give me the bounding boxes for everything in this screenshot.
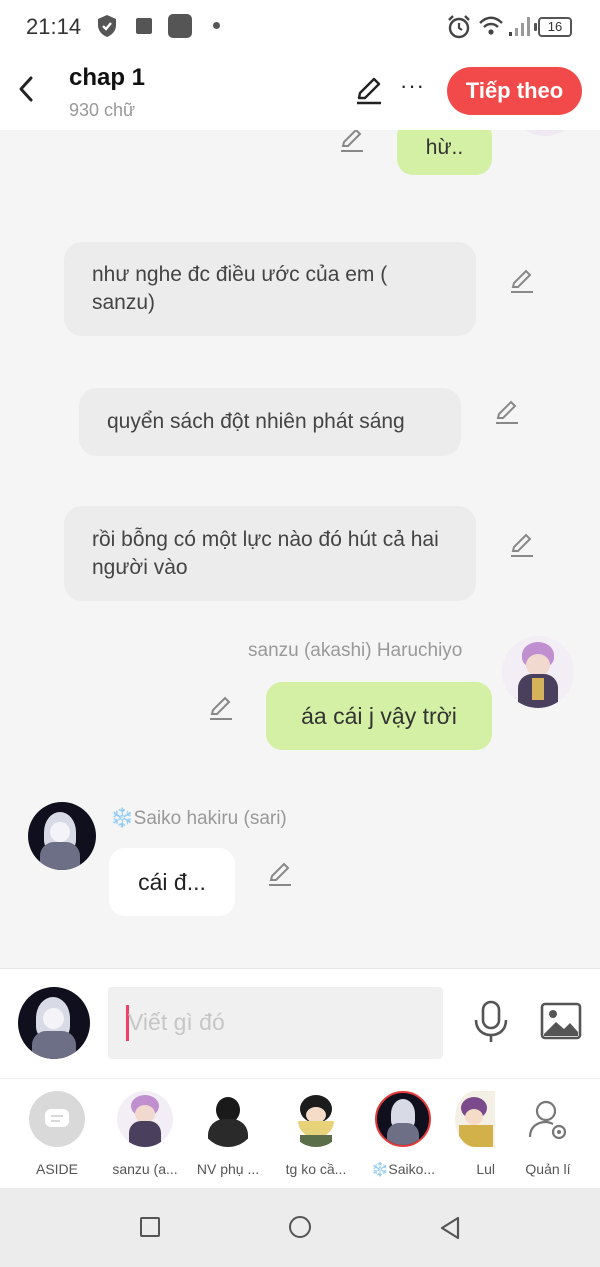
edit-message-icon[interactable] [493, 398, 521, 426]
message-input-bar: Viết gì đó [0, 968, 600, 1078]
more-options-icon[interactable]: ··· [400, 75, 425, 97]
character-aside[interactable]: ASIDE [13, 1091, 101, 1177]
back-arrow-icon[interactable] [12, 72, 42, 106]
message-text: rồi bỗng có một lực nào đó hút cả hai ng… [92, 527, 439, 579]
home-icon[interactable] [289, 1216, 311, 1238]
narration-bubble[interactable]: rồi bỗng có một lực nào đó hút cả hai ng… [64, 506, 476, 601]
edit-message-icon[interactable] [207, 694, 235, 722]
character-name: NV phụ ... [196, 1161, 260, 1177]
character-avatar [455, 1091, 495, 1147]
message-input[interactable]: Viết gì đó [108, 987, 443, 1059]
message-text: cái đ... [138, 869, 206, 895]
message-text: hừ.. [425, 135, 464, 159]
alarm-icon [448, 15, 470, 39]
character-name: ❄️Saiko... [370, 1161, 436, 1177]
battery-icon: 16 [534, 17, 572, 37]
message-text: áa cái j vậy trời [301, 703, 457, 729]
character-selector: ASIDE sanzu (a... NV phụ ... tg ko cầ...… [0, 1078, 600, 1188]
input-placeholder: Viết gì đó [128, 1009, 225, 1035]
chapter-header: chap 1 930 chữ ··· Tiếp theo [0, 56, 600, 130]
recent-apps-icon[interactable] [140, 1217, 160, 1237]
narration-bubble[interactable]: quyển sách đột nhiên phát sáng [79, 388, 461, 456]
character-sanzu[interactable]: sanzu (a... [101, 1091, 189, 1177]
character-saiko-selected[interactable]: ❄️Saiko... [359, 1091, 447, 1178]
narration-bubble[interactable]: như nghe đc điều ước của em ( sanzu) [64, 242, 476, 336]
sender-name: ❄️Saiko hakiru (sari) [110, 808, 287, 829]
character-name: tg ko cầ... [285, 1161, 347, 1177]
app-icon [168, 14, 192, 38]
chapter-title: chap 1 [69, 64, 146, 91]
saiko-avatar[interactable] [28, 802, 96, 870]
character-avatar [200, 1091, 256, 1147]
edit-message-icon[interactable] [266, 860, 294, 888]
chat-area: hừ.. như nghe đc điều ước của em ( sanzu… [0, 130, 600, 968]
microphone-icon[interactable] [472, 1000, 510, 1044]
notification-icon [136, 18, 152, 34]
wifi-icon [479, 16, 503, 35]
character-tg[interactable]: tg ko cầ... [272, 1091, 360, 1177]
character-nv-phu[interactable]: NV phụ ... [184, 1091, 272, 1177]
image-upload-icon[interactable] [540, 1002, 582, 1040]
message-bubble-own[interactable]: áa cái j vậy trời [266, 682, 492, 750]
message-bubble-other[interactable]: cái đ... [109, 848, 235, 916]
character-name: ASIDE [35, 1161, 78, 1177]
edit-pen-icon[interactable] [354, 75, 384, 105]
message-bubble-own[interactable]: hừ.. [397, 130, 492, 175]
signal-icon [509, 17, 530, 36]
edit-message-icon[interactable] [338, 130, 366, 154]
character-name: sanzu (a... [112, 1161, 178, 1177]
message-text: quyển sách đột nhiên phát sáng [107, 410, 405, 433]
edit-message-icon[interactable] [508, 267, 536, 295]
status-time: 21:14 [26, 14, 82, 39]
edit-message-icon[interactable] [508, 531, 536, 559]
character-name: Lul [476, 1161, 495, 1177]
shield-icon [98, 15, 116, 37]
dot-icon [213, 22, 220, 29]
sanzu-avatar-partial [516, 130, 574, 136]
system-nav-bar [0, 1188, 600, 1267]
back-icon[interactable] [438, 1215, 462, 1241]
character-avatar [375, 1091, 431, 1147]
sanzu-avatar[interactable] [502, 636, 574, 708]
character-name: Quản lí [525, 1161, 571, 1177]
manage-user-settings-icon [528, 1100, 567, 1140]
status-bar: 21:14 16 [0, 0, 600, 56]
manage-characters[interactable]: Quản lí [504, 1091, 592, 1177]
character-avatar [288, 1091, 344, 1147]
message-text: như nghe đc điều ước của em ( sanzu) [92, 263, 388, 314]
next-chapter-button[interactable]: Tiếp theo [447, 67, 582, 115]
aside-icon [29, 1091, 85, 1147]
character-avatar [117, 1091, 173, 1147]
sender-name: sanzu (akashi) Haruchiyo [248, 640, 463, 661]
word-count: 930 chữ [69, 100, 136, 120]
character-lul[interactable]: Lul [455, 1091, 495, 1177]
current-character-avatar[interactable] [18, 987, 90, 1059]
